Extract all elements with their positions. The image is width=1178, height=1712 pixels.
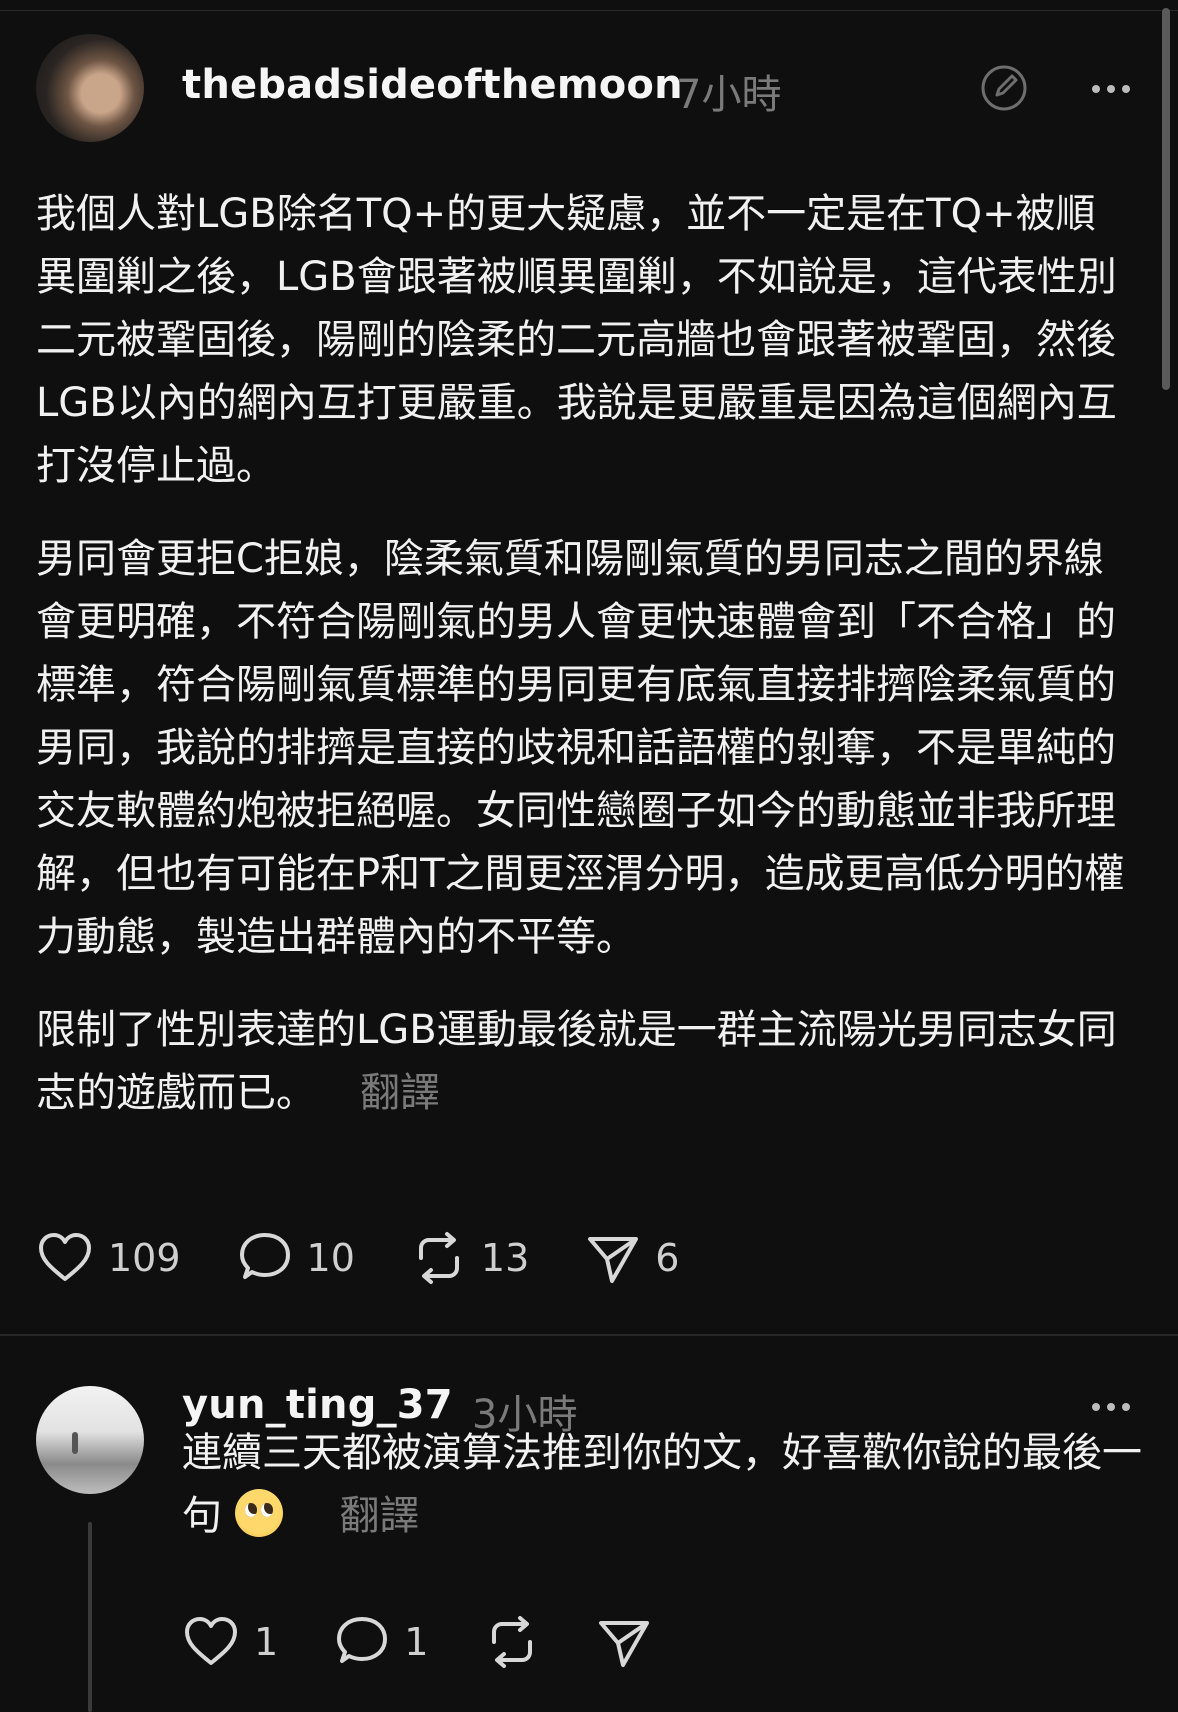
repost-icon [492, 1616, 533, 1668]
repost-count: 13 [480, 1236, 530, 1280]
reply-more-options-icon[interactable] [1090, 1396, 1132, 1418]
author-username[interactable]: thebadsideofthemoon [182, 62, 683, 108]
post-divider [0, 1334, 1178, 1336]
post-actions: 109 10 13 6 [36, 1230, 735, 1286]
reply-like-count: 1 [254, 1620, 279, 1664]
send-icon [599, 1621, 650, 1667]
translate-link[interactable]: 翻譯 [360, 1070, 440, 1116]
post-paragraph-3-text: 限制了性別表達的LGB運動最後就是一群主流陽光男同志女同志的遊戲而已。 [36, 1007, 1117, 1116]
post-paragraph-2: 男同會更拒C拒娘，陰柔氣質和陽剛氣質的男同志之間的界線會更明確，不符合陽剛氣的男… [36, 536, 1125, 960]
share-button[interactable]: 6 [585, 1231, 679, 1285]
reply-actions: 1 1 [182, 1614, 708, 1670]
heart-icon [185, 1617, 237, 1665]
post-time: 7小時 [676, 72, 782, 118]
heart-icon [39, 1233, 91, 1281]
post-paragraph-1: 我個人對LGB除名TQ+的更大疑慮，並不一定是在TQ+被順異圍剿之後，LGB會跟… [36, 191, 1117, 489]
pleading-face-emoji [234, 1489, 283, 1537]
comment-bubble-icon [239, 1233, 290, 1279]
reply-avatar[interactable] [36, 1386, 144, 1494]
thread-line [88, 1522, 92, 1712]
reply-text: 連續三天都被演算法推到你的文，好喜歡你說的最後一句 [182, 1430, 1142, 1539]
send-icon [588, 1237, 639, 1283]
like-count: 109 [108, 1236, 181, 1280]
reply-like-button[interactable]: 1 [182, 1615, 278, 1669]
top-divider [0, 10, 1178, 11]
more-options-icon[interactable] [1090, 78, 1132, 100]
like-button[interactable]: 109 [36, 1231, 181, 1285]
post-body: 我個人對LGB除名TQ+的更大疑慮，並不一定是在TQ+被順異圍剿之後，LGB會跟… [36, 183, 1126, 1155]
edit-circle-icon[interactable] [978, 62, 1030, 114]
repost-icon [418, 1232, 459, 1284]
comment-count: 10 [306, 1236, 355, 1280]
comment-bubble-icon [337, 1617, 388, 1663]
repost-button[interactable]: 13 [411, 1230, 529, 1286]
reply-body: 連續三天都被演算法推到你的文，好喜歡你說的最後一句 翻譯 [182, 1422, 1142, 1548]
reply-translate-link[interactable]: 翻譯 [339, 1493, 419, 1539]
reply-comment-button[interactable]: 1 [334, 1615, 428, 1669]
scrollbar[interactable] [1162, 8, 1170, 390]
share-count: 6 [655, 1236, 680, 1280]
reply-share-button[interactable] [596, 1615, 652, 1669]
author-avatar[interactable] [36, 34, 144, 142]
reply-comment-count: 1 [404, 1620, 429, 1664]
reply-repost-button[interactable] [484, 1614, 540, 1670]
comment-button[interactable]: 10 [237, 1231, 355, 1285]
post-paragraph-3: 限制了性別表達的LGB運動最後就是一群主流陽光男同志女同志的遊戲而已。 翻譯 [36, 999, 1126, 1125]
